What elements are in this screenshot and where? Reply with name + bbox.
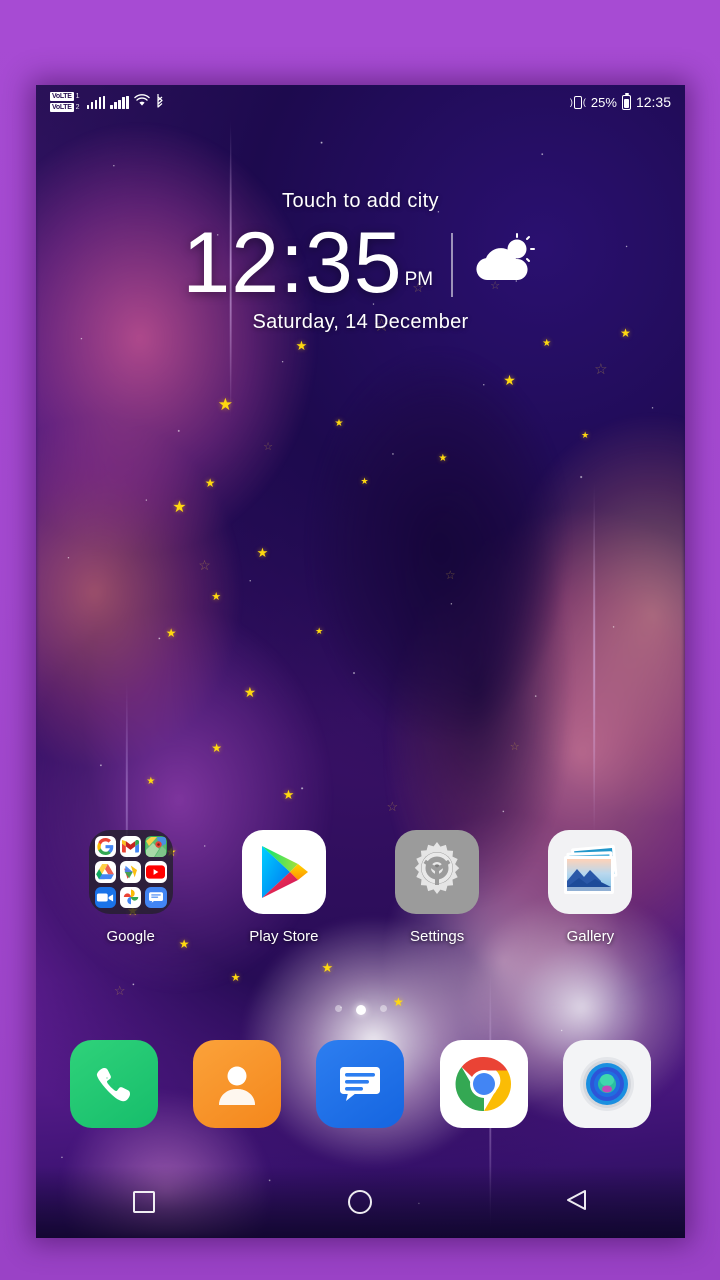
circle-icon bbox=[348, 1190, 373, 1214]
photos-icon bbox=[119, 886, 142, 908]
youtube-icon bbox=[145, 861, 167, 883]
phone-screen: ★★★★★★★★★★★★★★★★★★★★★★★★★★★★☆☆☆☆☆☆☆☆☆☆☆☆… bbox=[36, 85, 685, 1238]
app-label: Google bbox=[106, 928, 155, 945]
app-grid: Google Play Store Settings Gallery bbox=[36, 830, 685, 945]
clock-time-row: 12:35 PM bbox=[36, 215, 685, 311]
meet-icon bbox=[94, 886, 116, 908]
wifi-icon bbox=[133, 94, 150, 110]
back-button[interactable] bbox=[550, 1175, 604, 1229]
settings-gear-icon[interactable] bbox=[395, 830, 480, 914]
volte-indicators: VoLTE 1 VoLTE 2 bbox=[50, 92, 80, 112]
app-label: Settings bbox=[410, 928, 465, 945]
vibrate-icon: )( bbox=[569, 95, 586, 109]
app-label: Gallery bbox=[566, 928, 615, 945]
volte-sim-number: 1 bbox=[75, 93, 80, 100]
dock-camera[interactable] bbox=[563, 1040, 652, 1128]
play-store-icon[interactable] bbox=[241, 830, 326, 914]
dock-messages[interactable] bbox=[316, 1040, 405, 1128]
widget-clock-time: 12:35 bbox=[182, 215, 403, 311]
google-search-icon bbox=[94, 836, 116, 858]
dock-chrome[interactable] bbox=[439, 1040, 528, 1128]
maps-icon bbox=[145, 836, 167, 858]
home-button[interactable] bbox=[333, 1175, 387, 1229]
recents-button[interactable] bbox=[117, 1175, 171, 1229]
app-play-store[interactable]: Play Store bbox=[229, 830, 339, 945]
square-icon bbox=[133, 1191, 156, 1213]
phone-frame: ★★★★★★★★★★★★★★★★★★★★★★★★★★★★☆☆☆☆☆☆☆☆☆☆☆☆… bbox=[0, 0, 720, 1280]
gmail-icon bbox=[119, 836, 142, 858]
app-settings[interactable]: Settings bbox=[382, 830, 492, 945]
app-google-folder[interactable]: Google bbox=[76, 830, 186, 945]
navigation-bar bbox=[36, 1166, 685, 1238]
volte-sim1: VoLTE 1 bbox=[50, 92, 80, 101]
page-indicator bbox=[36, 1005, 685, 1015]
widget-divider bbox=[451, 232, 453, 297]
volte-sim-number: 2 bbox=[75, 104, 80, 111]
page-dot[interactable] bbox=[379, 1005, 387, 1012]
status-bar-right: )( 25% 12:35 bbox=[569, 92, 671, 110]
bluetooth-icon bbox=[155, 93, 165, 111]
signal-bars-icon bbox=[110, 95, 129, 109]
dock bbox=[36, 1040, 685, 1128]
messages-icon bbox=[145, 886, 167, 908]
triangle-left-icon bbox=[565, 1188, 589, 1217]
page-dot[interactable] bbox=[334, 1005, 342, 1012]
status-bar-clock: 12:35 bbox=[635, 94, 671, 110]
battery-icon bbox=[621, 92, 631, 110]
widget-clock-ampm: PM bbox=[404, 268, 434, 290]
dock-phone[interactable] bbox=[69, 1040, 158, 1128]
page-dot-active[interactable] bbox=[355, 1005, 366, 1015]
dock-contacts[interactable] bbox=[193, 1040, 282, 1128]
partly-cloudy-icon[interactable] bbox=[469, 232, 539, 293]
volte-badge: VoLTE bbox=[50, 92, 74, 101]
app-label: Play Store bbox=[249, 928, 319, 945]
volte-sim2: VoLTE 2 bbox=[50, 103, 80, 112]
signal-bars-icon bbox=[86, 95, 106, 109]
clock-widget[interactable]: Touch to add city 12:35 PM Saturday, 14 … bbox=[36, 190, 685, 334]
gallery-icon[interactable] bbox=[548, 830, 633, 914]
battery-percent: 25% bbox=[590, 94, 617, 110]
widget-date: Saturday, 14 December bbox=[252, 310, 469, 333]
status-bar: VoLTE 1 VoLTE 2 )( 25% 12:35 bbox=[36, 85, 685, 119]
google-folder-icon[interactable] bbox=[88, 830, 173, 914]
play-games-icon bbox=[119, 861, 142, 883]
app-gallery[interactable]: Gallery bbox=[535, 830, 645, 945]
volte-badge: VoLTE bbox=[50, 103, 74, 112]
drive-icon bbox=[94, 861, 116, 883]
add-city-prompt[interactable]: Touch to add city bbox=[36, 190, 685, 213]
